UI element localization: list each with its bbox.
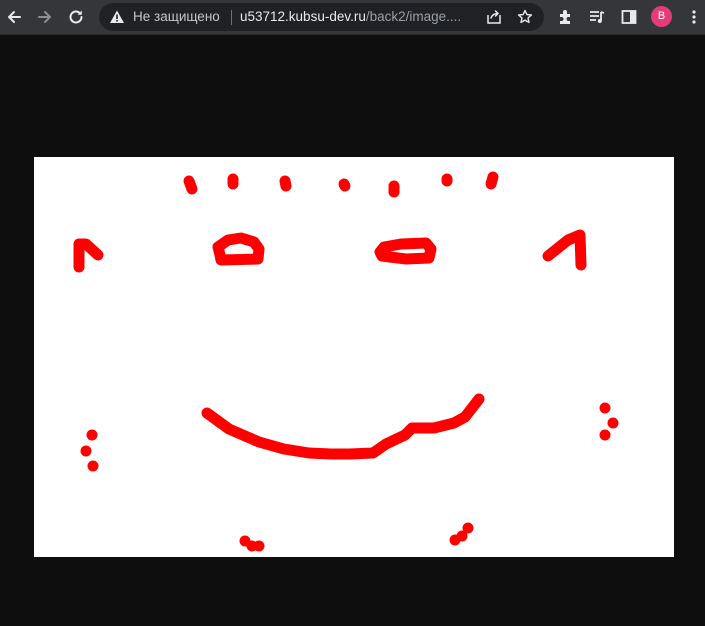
url-host: u53712.kubsu-dev.ru [240,9,366,24]
drawing-image [34,157,674,557]
right-ear [542,229,587,271]
url-text[interactable]: u53712.kubsu-dev.ru/back2/image.... [240,9,470,25]
chin-dot [253,540,265,552]
forward-button[interactable] [32,4,58,30]
cheek-dot [599,429,611,441]
reload-button[interactable] [63,4,89,30]
hair-mark [338,178,351,192]
chin-dot [462,522,474,534]
bookmark-button[interactable] [512,4,538,30]
mouth [201,393,485,460]
side-panel-button[interactable] [616,4,642,30]
share-icon [486,9,502,25]
cheek-dot [607,417,619,429]
hair-mark [183,175,198,195]
left-ear [73,238,104,273]
share-button[interactable] [481,4,507,30]
profile-avatar[interactable]: B [651,6,672,27]
back-button[interactable] [1,4,27,30]
address-bar[interactable]: Не защищено u53712.kubsu-dev.ru/back2/im… [99,3,544,31]
arrow-left-icon [5,8,23,26]
playlist-icon [588,8,606,26]
reload-icon [67,8,85,26]
cheek-dot [80,445,92,457]
browser-toolbar: Не защищено u53712.kubsu-dev.ru/back2/im… [0,0,705,35]
right-eye [374,237,437,265]
star-icon [517,9,533,25]
omnibox-divider [231,10,232,25]
cheek-dot [86,429,98,441]
hair-mark [279,175,292,192]
warning-triangle-icon[interactable] [109,9,125,25]
media-controls-button[interactable] [584,4,610,30]
kebab-menu-icon [685,8,703,26]
arrow-right-icon [36,8,54,26]
url-path: /back2/image.... [365,9,462,24]
puzzle-icon [557,8,575,26]
left-eye [212,232,265,266]
cheek-dot [599,402,611,414]
hair-mark [485,171,499,190]
extensions-button[interactable] [553,4,579,30]
smiley-drawing [73,171,619,552]
side-panel-icon [620,8,638,26]
cheek-dot [87,460,99,472]
security-status-label[interactable]: Не защищено [133,9,220,25]
menu-button[interactable] [681,4,705,30]
